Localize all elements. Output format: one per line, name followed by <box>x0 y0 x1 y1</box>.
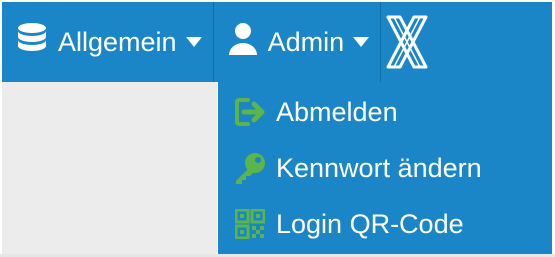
menu-admin-label: Admin <box>267 26 345 57</box>
top-navigation-bar: Allgemein Admin <box>2 2 552 82</box>
menu-item-label: Kennwort ändern <box>276 152 482 183</box>
menu-item-kennwort-aendern[interactable]: Kennwort ändern <box>218 140 552 196</box>
menu-allgemein-label: Allgemein <box>58 26 177 57</box>
menu-item-abmelden[interactable]: Abmelden <box>218 84 552 140</box>
menu-item-label: Abmelden <box>276 96 398 127</box>
admin-dropdown-menu: Abmelden Kennwort ändern Login QR-Code <box>218 82 552 254</box>
user-icon <box>228 22 258 63</box>
menu-allgemein[interactable]: Allgemein <box>2 2 213 82</box>
menu-admin[interactable]: Admin <box>214 2 381 82</box>
caret-down-icon <box>185 36 203 48</box>
caret-down-icon <box>352 36 370 48</box>
side-panel <box>2 82 217 254</box>
qr-code-icon <box>232 206 268 242</box>
x-logo-icon[interactable] <box>383 2 431 82</box>
menu-item-login-qr-code[interactable]: Login QR-Code <box>218 196 552 252</box>
sign-out-icon <box>232 94 268 130</box>
database-icon <box>16 21 48 64</box>
menu-divider <box>380 2 382 82</box>
key-icon <box>232 150 268 186</box>
menu-item-label: Login QR-Code <box>276 208 464 239</box>
